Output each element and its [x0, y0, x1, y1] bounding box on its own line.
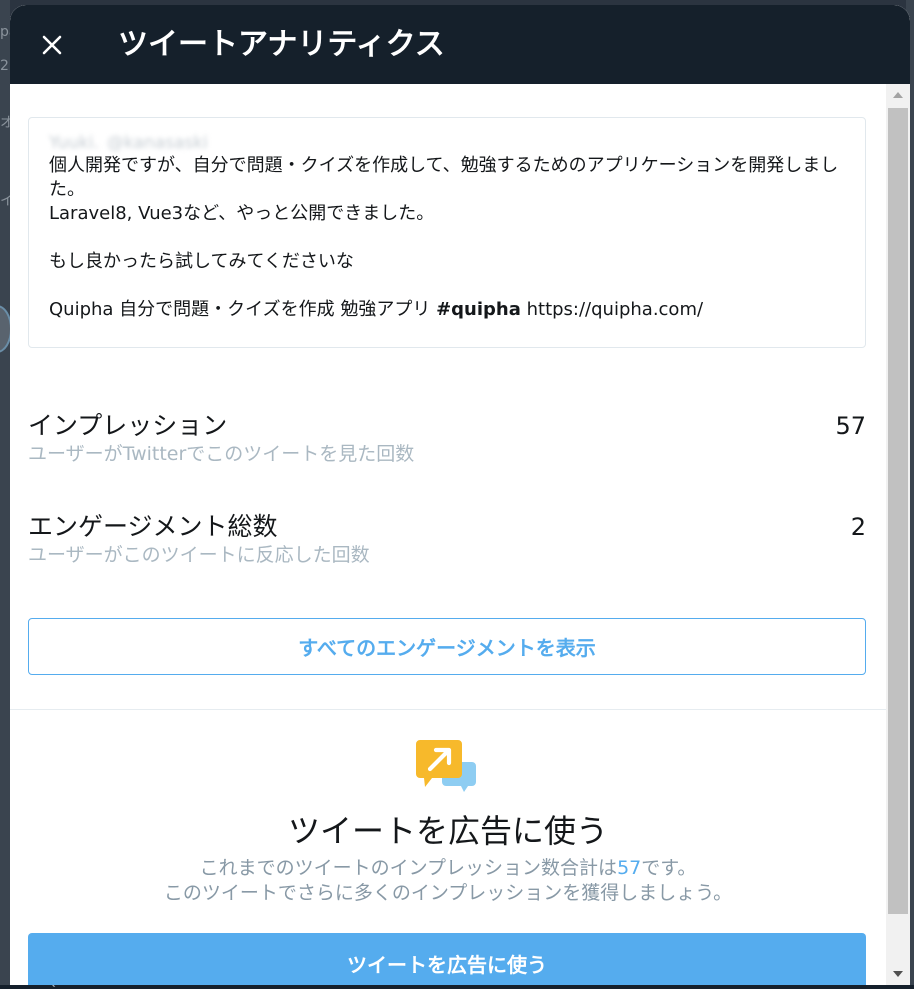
- modal-header: ツイートアナリティクス: [10, 5, 910, 84]
- author-name: Yuuki.: [49, 133, 99, 153]
- promo-description-line1: これまでのツイートのインプレッション数合計は57です。: [10, 856, 886, 881]
- promote-tweet-button[interactable]: ツイートを広告に使う: [28, 933, 866, 985]
- stat-title: インプレッション: [28, 411, 228, 440]
- close-icon: [42, 35, 62, 55]
- promo-desc-prefix: これまでのツイートのインプレッション数合計は: [199, 857, 618, 879]
- scroll-up-button[interactable]: [886, 84, 910, 106]
- background-text: 2: [0, 58, 9, 74]
- tweet-line: 個人開発ですが、自分で問題・クイズを作成して、勉強するためのアプリケーションを開…: [49, 155, 839, 200]
- tweet-line: Quipha 自分で問題・クイズを作成 勉強アプリ #quipha https:…: [49, 298, 845, 322]
- close-button[interactable]: [32, 25, 72, 65]
- promo-description-line2: このツイートでさらに多くのインプレッションを獲得しましょう。: [163, 882, 733, 904]
- divider: [10, 709, 886, 710]
- stat-title: エンゲージメント総数: [28, 512, 278, 541]
- stat-impressions: インプレッション ユーザーがTwitterでこのツイートを見た回数 57: [28, 411, 866, 467]
- modal-body: Yuuki. @kanasaski 個人開発ですが、自分で問題・クイズを作成して、…: [10, 84, 886, 985]
- stat-engagements: エンゲージメント総数 ユーザーがこのツイートに反応した回数 2: [28, 512, 866, 568]
- stat-value: 57: [835, 412, 866, 440]
- tweet-hashtag: #quipha: [436, 299, 521, 320]
- triangle-down-icon: [893, 971, 903, 977]
- tweet-line-text: Quipha 自分で問題・クイズを作成 勉強アプリ: [49, 299, 437, 320]
- promote-tweet-icon: [416, 740, 476, 792]
- author-handle: @kanasaski: [106, 133, 208, 153]
- stat-value: 2: [850, 513, 866, 541]
- tweet-card: Yuuki. @kanasaski 個人開発ですが、自分で問題・クイズを作成して、…: [28, 117, 866, 348]
- promo-description: これまでのツイートのインプレッション数合計は57です。 このツイートでさらに多く…: [10, 856, 886, 906]
- background-left-strip: pa 2 オ イ: [0, 0, 17, 985]
- promo-title: ツイートを広告に使う: [287, 812, 608, 850]
- scrollbar-thumb[interactable]: [888, 108, 908, 914]
- tweet-line: もし良かったら試してみてくださいな: [49, 251, 354, 272]
- triangle-up-icon: [893, 92, 903, 98]
- tweet-line: Laravel8, Vue3など、やっと公開できました。: [49, 203, 435, 224]
- modal-title: ツイートアナリティクス: [118, 27, 445, 62]
- stat-description: ユーザーがTwitterでこのツイートを見た回数: [28, 443, 415, 465]
- tweet-analytics-modal: ツイートアナリティクス Yuuki. @kanasaski 個人開発ですが、自分で…: [10, 5, 910, 985]
- scroll-down-button[interactable]: [886, 963, 910, 985]
- promo-impression-count: 57: [617, 857, 642, 879]
- stat-description: ユーザーがこのツイートに反応した回数: [28, 544, 370, 566]
- view-all-engagements-button[interactable]: すべてのエンゲージメントを表示: [28, 618, 866, 675]
- promo-desc-suffix: です。: [641, 857, 697, 879]
- tweet-text: 個人開発ですが、自分で問題・クイズを作成して、勉強するためのアプリケーションを開…: [49, 154, 845, 322]
- tweet-url: https://quipha.com/: [520, 299, 704, 320]
- tweet-author: Yuuki. @kanasaski: [49, 132, 845, 154]
- scrollbar[interactable]: [886, 84, 910, 985]
